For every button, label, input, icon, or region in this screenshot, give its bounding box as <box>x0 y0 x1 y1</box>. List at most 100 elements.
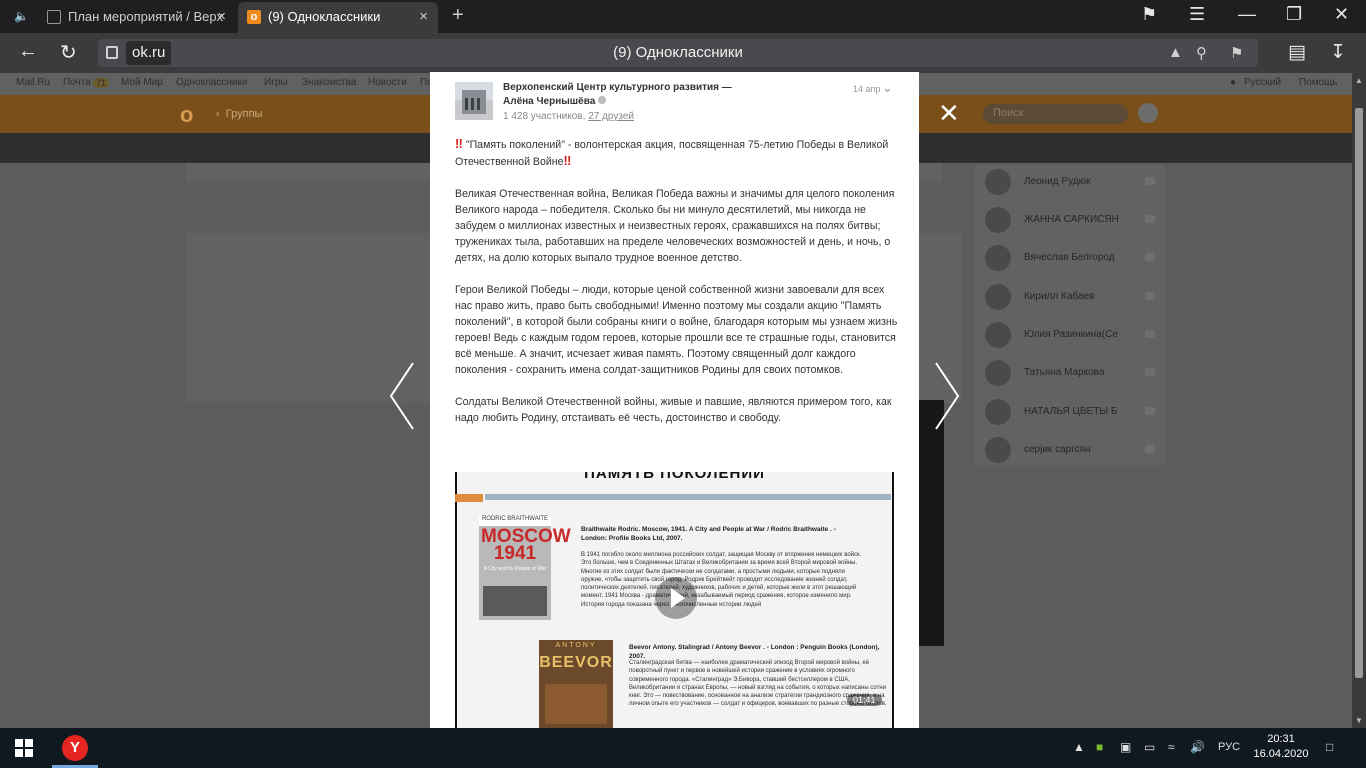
video-title: ПАМЯТЬ ПОКОЛЕНИЙ <box>584 472 765 482</box>
friend-item[interactable]: Леонид Рудюк <box>985 169 1160 199</box>
speaker-icon[interactable]: 🔈 <box>14 9 29 23</box>
language-indicator[interactable]: РУС <box>1218 741 1240 753</box>
avatar[interactable] <box>1138 103 1158 123</box>
book-cover-moscow: RODRIC BRAITHWAITE MOSCOW 1941 A City an… <box>479 516 571 620</box>
zoom-icon[interactable]: ⚲ <box>1196 44 1207 62</box>
scroll-thumb[interactable] <box>1355 108 1363 678</box>
friends-online-list: Леонид Рудюк ЖАННА САРКИСЯН Вячеслав Бел… <box>975 165 1165 465</box>
portal-link[interactable]: Mail.Ru <box>16 77 50 88</box>
post-paragraph: Герои Великой Победы – люди, которые цен… <box>455 284 898 376</box>
verified-icon <box>598 96 607 104</box>
close-window-icon[interactable]: ✕ <box>1334 4 1349 25</box>
book-description: В 1941 погибло около миллиона российских… <box>581 552 862 608</box>
group-name[interactable]: Верхопенский Центр культурного развития … <box>503 82 732 93</box>
scroll-down-icon[interactable]: ▼ <box>1355 716 1363 725</box>
volume-icon[interactable]: 🔊 <box>1190 740 1205 754</box>
portal-link[interactable]: Игры <box>264 77 288 88</box>
translate-icon[interactable]: ▤ <box>1288 41 1306 64</box>
avatar <box>985 284 1011 310</box>
friend-item[interactable]: серjик саргсян <box>985 437 1160 467</box>
group-avatar[interactable] <box>455 82 493 120</box>
group-stats: 1 428 участников, 27 друзей <box>503 111 634 122</box>
friend-item[interactable]: Юлия Разинкина(Се <box>985 322 1160 352</box>
portal-link[interactable]: Мой Мир <box>121 77 163 88</box>
message-icon[interactable] <box>1145 253 1155 261</box>
battery-icon[interactable]: ▭ <box>1144 740 1155 754</box>
clock-time: 20:31 <box>1267 733 1295 745</box>
back-icon[interactable]: ← <box>18 40 38 63</box>
user-tray-icon[interactable]: ▲ <box>1073 740 1085 754</box>
avatar <box>985 207 1011 233</box>
windows-start-icon[interactable] <box>15 739 33 757</box>
taskbar: Y ▲ ■ ▣ ▭ ≈ 🔊 РУС 20:31 16.04.2020 □ <box>0 728 1366 768</box>
avatar <box>985 360 1011 386</box>
message-icon[interactable] <box>1145 368 1155 376</box>
author-name[interactable]: Алёна Чернышёва <box>503 96 607 107</box>
friend-item[interactable]: Кирилл Кабаев <box>985 284 1160 314</box>
breadcrumb[interactable]: ‹ Группы <box>216 108 262 120</box>
page-scrollbar[interactable]: ▲ ▼ <box>1352 73 1366 728</box>
exclamation-icon: ‼ <box>563 153 572 168</box>
message-icon[interactable] <box>1145 330 1155 338</box>
friend-item[interactable]: НАТАЛЬЯ ЦВЕТЫ Б <box>985 399 1160 429</box>
members-count: 1 428 участников <box>503 111 583 122</box>
message-icon[interactable] <box>1145 177 1155 185</box>
reload-icon[interactable]: ↻ <box>60 40 77 65</box>
search-input[interactable]: Поиск <box>983 104 1128 124</box>
message-icon[interactable] <box>1145 292 1155 300</box>
close-tab-icon[interactable]: × <box>419 2 428 31</box>
url-field[interactable]: ok.ru (9) Одноклассники ▲ ⚲ ⚑ <box>98 39 1258 67</box>
message-icon[interactable] <box>1145 445 1155 453</box>
notifications-icon[interactable]: □ <box>1326 740 1333 754</box>
help-link[interactable]: Помощь <box>1299 77 1338 88</box>
avatar <box>985 169 1011 195</box>
message-icon[interactable] <box>1145 215 1155 223</box>
download-icon[interactable]: ↧ <box>1330 41 1346 64</box>
portal-link[interactable]: Одноклассники <box>176 77 247 88</box>
page-icon <box>47 10 61 24</box>
wifi-icon[interactable]: ≈ <box>1168 740 1175 754</box>
portal-link[interactable]: Почта <box>63 77 91 88</box>
tab-odnoklassniki[interactable]: о (9) Одноклассники × <box>238 2 438 33</box>
restore-icon[interactable]: ❐ <box>1286 4 1302 25</box>
ok-logo-icon[interactable]: о <box>180 102 193 128</box>
yandex-browser-icon[interactable]: Y <box>62 735 88 761</box>
language-link[interactable]: Русский <box>1244 77 1281 88</box>
monitor-icon[interactable]: ▣ <box>1120 740 1131 754</box>
post-modal: Верхопенский Центр культурного развития … <box>430 72 919 728</box>
new-tab-button[interactable]: + <box>452 4 464 27</box>
friends-link[interactable]: 27 друзей <box>588 111 634 122</box>
post-headline: "Память поколений" - волонтерская акция,… <box>455 139 889 168</box>
next-arrow-icon[interactable] <box>932 361 962 431</box>
nvidia-icon[interactable]: ■ <box>1096 740 1103 754</box>
exclamation-icon: ‼ <box>455 136 463 151</box>
minimize-icon[interactable]: — <box>1238 4 1256 25</box>
video-duration: 01:41 <box>847 694 882 706</box>
clock-date: 16.04.2020 <box>1253 748 1309 760</box>
tab-title: (9) Одноклассники <box>268 9 381 24</box>
book-cover-beevor: ANTONY BEEVOR <box>539 640 613 728</box>
friend-item[interactable]: Вячеслав Белгород <box>985 245 1160 275</box>
play-button[interactable] <box>655 577 697 619</box>
clock[interactable]: 20:31 16.04.2020 <box>1252 732 1310 762</box>
post-text: ‼ "Память поколений" - волонтерская акци… <box>455 136 903 442</box>
bookmark-icon[interactable]: ⚑ <box>1230 44 1243 62</box>
portal-link[interactable]: Новости <box>368 77 407 88</box>
post-paragraph: Великая Отечественная война, Великая Поб… <box>455 188 895 232</box>
message-icon[interactable] <box>1145 407 1155 415</box>
previous-arrow-icon[interactable] <box>387 361 417 431</box>
tab-plan[interactable]: План мероприятий / Верх × <box>38 2 236 33</box>
scroll-up-icon[interactable]: ▲ <box>1355 76 1363 85</box>
extension-icon[interactable]: ▲ <box>1168 44 1183 61</box>
friend-item[interactable]: Татьяна Маркова <box>985 360 1160 390</box>
bookmarks-icon[interactable]: ⚑ <box>1141 4 1157 25</box>
video-preview[interactable]: ПАМЯТЬ ПОКОЛЕНИЙ RODRIC BRAITHWAITE MOSC… <box>455 472 894 728</box>
page-title: (9) Одноклассники <box>613 44 743 61</box>
close-modal-icon[interactable]: ✕ <box>938 98 960 129</box>
chevron-down-icon[interactable]: ⌄ <box>882 80 893 96</box>
menu-icon[interactable]: ☰ <box>1189 4 1205 25</box>
portal-link[interactable]: Знакомства <box>302 77 356 88</box>
post-paragraph: тружениках тыла, работавших на пределе ч… <box>455 236 891 264</box>
friend-item[interactable]: ЖАННА САРКИСЯН <box>985 207 1160 237</box>
close-tab-icon[interactable]: × <box>217 2 226 31</box>
